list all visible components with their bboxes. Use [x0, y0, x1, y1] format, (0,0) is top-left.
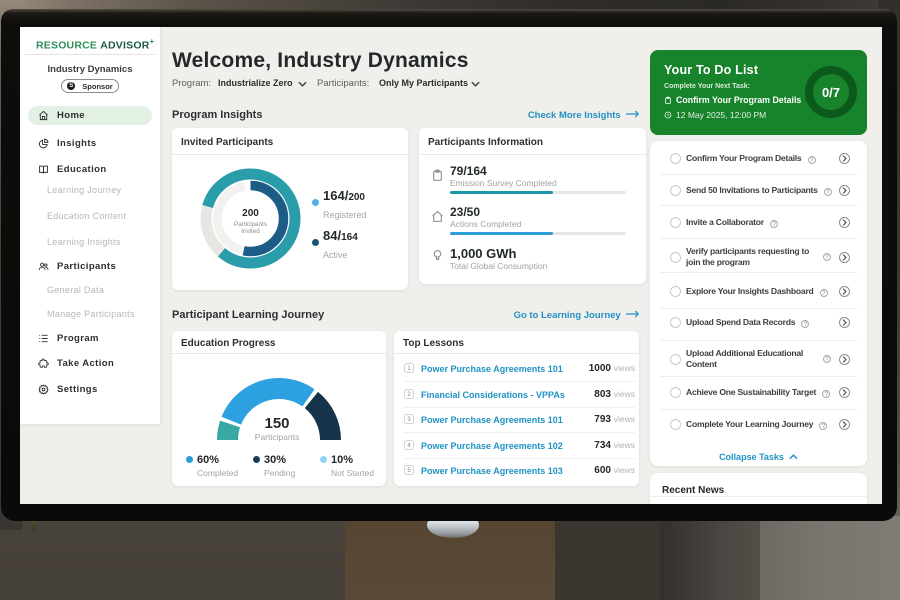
- svg-text:Invited: Invited: [241, 228, 260, 235]
- svg-text:Participants: Participants: [234, 221, 267, 228]
- svg-text:200: 200: [242, 208, 259, 219]
